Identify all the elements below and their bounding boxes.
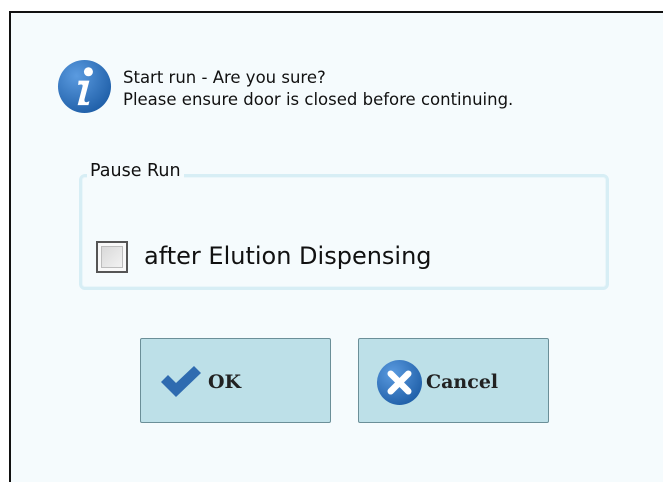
pause-run-group [79, 174, 609, 290]
cancel-button-label: Cancel [426, 371, 499, 393]
message-line-2: Please ensure door is closed before cont… [123, 90, 514, 109]
checkmark-icon [161, 366, 201, 397]
info-icon [57, 59, 112, 114]
confirmation-message: Start run - Are you sure? Please ensure … [123, 67, 513, 111]
ok-button-label: OK [208, 371, 242, 393]
ok-button[interactable]: OK [140, 338, 331, 423]
after-elution-dispensing-label[interactable]: after Elution Dispensing [144, 240, 432, 272]
message-line-1: Start run - Are you sure? [123, 68, 326, 87]
cancel-button[interactable]: Cancel [358, 338, 549, 423]
close-circle-icon [376, 359, 423, 406]
pause-run-group-title: Pause Run [87, 159, 184, 183]
after-elution-dispensing-checkbox[interactable] [96, 241, 128, 273]
